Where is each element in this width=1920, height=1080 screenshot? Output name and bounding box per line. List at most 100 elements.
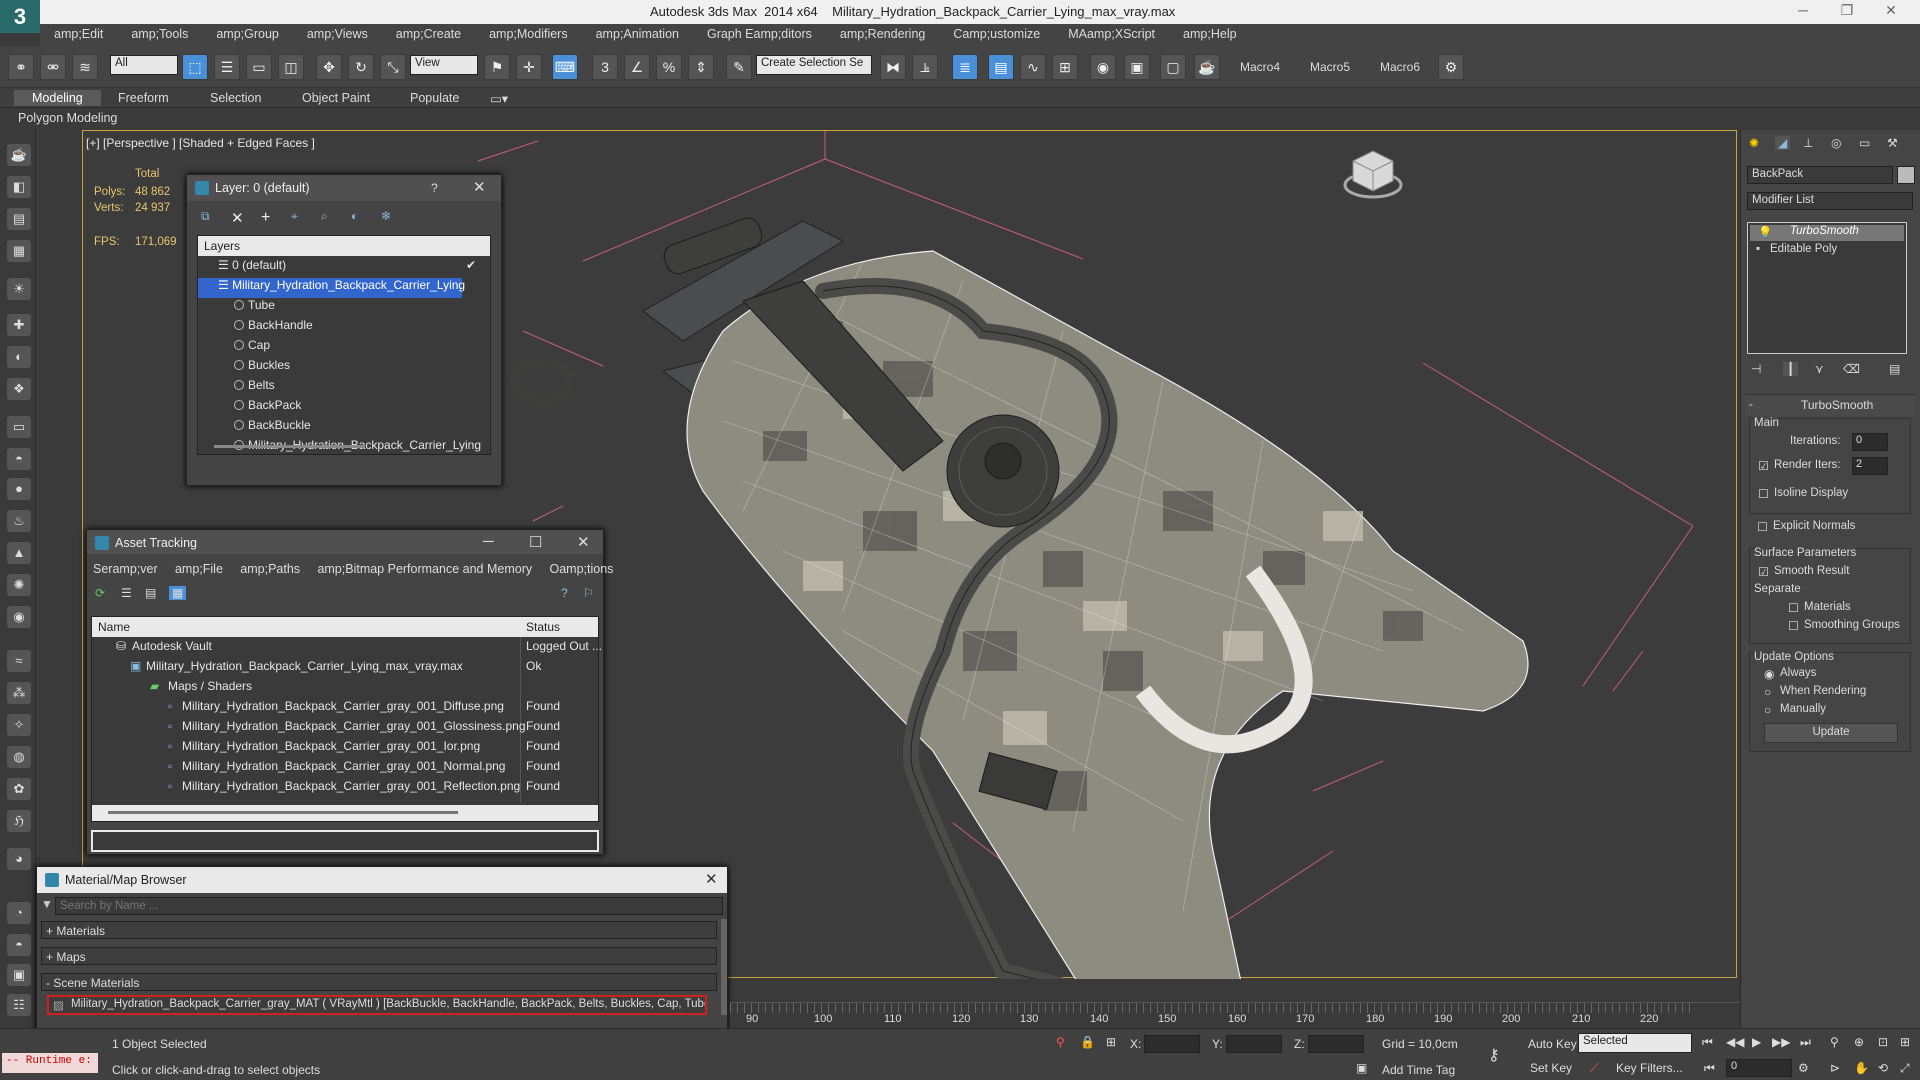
update-button[interactable]: Update [1764, 723, 1898, 743]
disc-icon[interactable]: ◉ [7, 606, 31, 628]
materials-group[interactable]: + Materials [41, 921, 717, 939]
close-icon[interactable]: ✕ [473, 178, 486, 196]
bind-spacewarp-icon[interactable]: ≋ [72, 54, 98, 80]
go-to-end-icon[interactable]: ⏭ [1800, 1035, 1811, 1050]
turbosmooth-rollout-header[interactable]: - TurboSmooth [1745, 394, 1915, 416]
add-to-layer-icon[interactable]: + [261, 209, 270, 227]
particles-icon[interactable]: ⁂ [7, 682, 31, 704]
motion-tab-icon[interactable]: ◎ [1831, 136, 1841, 150]
keyboard-shortcut-icon[interactable]: ⌨ [552, 54, 578, 80]
tab-populate[interactable]: Populate [410, 91, 459, 105]
render-icon[interactable]: ☕ [1194, 54, 1220, 80]
set-key-button[interactable]: Set Key [1530, 1061, 1572, 1075]
hierarchy-tab-icon[interactable]: ⊥ [1803, 136, 1813, 150]
next-frame-icon[interactable]: ▶▶ [1772, 1035, 1790, 1049]
snap-3-icon[interactable]: 3 [592, 54, 618, 80]
render-setup-icon[interactable]: ▣ [1124, 54, 1150, 80]
menu-views[interactable]: amp;Views [293, 24, 382, 46]
scene-material-item[interactable]: ▨ Military_Hydration_Backpack_Carrier_gr… [47, 995, 707, 1015]
rotate-icon[interactable]: ↻ [348, 54, 374, 80]
materials-checkbox[interactable]: ☐ [1788, 601, 1799, 615]
x-coordinate-field[interactable] [1144, 1035, 1200, 1053]
current-frame-field[interactable]: 0 [1726, 1059, 1792, 1077]
table-row[interactable]: ▫ Military_Hydration_Backpack_Carrier_gra… [92, 779, 598, 799]
help-icon[interactable]: ? [561, 586, 568, 600]
scene-materials-group[interactable]: - Scene Materials [41, 973, 717, 991]
ball-icon[interactable]: ◔ [7, 902, 31, 924]
select-in-layer-icon[interactable]: ⌖ [291, 209, 298, 224]
isolate-icon[interactable]: ⚲ [1056, 1035, 1065, 1049]
helper-icon[interactable]: ✚ [7, 314, 31, 336]
z-coordinate-field[interactable] [1308, 1035, 1364, 1053]
hair-icon[interactable]: ≈ [7, 650, 31, 672]
layers-icon[interactable]: ▤ [7, 208, 31, 230]
hide-all-icon[interactable]: ◐ [351, 209, 358, 223]
list-item[interactable]: ☰ Military_Hydration_Backpack_Carrier_Ly… [198, 278, 465, 298]
search-input[interactable] [55, 897, 723, 915]
horizontal-scrollbar[interactable] [214, 445, 364, 448]
scene-explorer-icon[interactable]: ▤ [988, 54, 1014, 80]
menu-group[interactable]: amp;Group [202, 24, 293, 46]
macro5-button[interactable]: Macro5 [1310, 60, 1350, 74]
plant-icon[interactable]: ✿ [7, 778, 31, 800]
layers-column-header[interactable]: Layers [198, 236, 490, 256]
chevron-down-icon[interactable]: ▼ [41, 897, 53, 911]
absolute-mode-icon[interactable]: ⊞ [1106, 1035, 1116, 1049]
list-item[interactable]: BackHandle [198, 318, 490, 338]
key-filters-button[interactable]: Key Filters... [1616, 1061, 1683, 1075]
cone-icon[interactable]: ▲ [7, 542, 31, 564]
list-item[interactable]: Tube [198, 298, 490, 318]
edit-named-selection-icon[interactable]: ✎ [726, 54, 752, 80]
app-logo-icon[interactable]: 3 [0, 0, 40, 33]
remove-modifier-icon[interactable]: ⌫ [1843, 362, 1860, 376]
previous-frame-icon[interactable]: ◀◀ [1726, 1035, 1744, 1049]
modify-tab-icon[interactable]: ◢ [1775, 136, 1791, 150]
move-icon[interactable]: ✥ [316, 54, 342, 80]
material-editor-icon[interactable]: ◉ [1090, 54, 1116, 80]
close-icon[interactable]: ✕ [705, 870, 718, 888]
reference-coord-dropdown[interactable]: View [410, 55, 478, 75]
maximize-icon[interactable]: ☐ [529, 533, 542, 551]
make-unique-icon[interactable]: ⋎ [1815, 362, 1824, 376]
named-selection-set-dropdown[interactable]: Create Selection Se [756, 55, 872, 75]
minimize-button[interactable]: ─ [1788, 2, 1818, 18]
object-name-field[interactable]: BackPack [1747, 166, 1893, 184]
link-icon[interactable]: ⚭ [8, 54, 34, 80]
pivot-icon[interactable]: ⚑ [484, 54, 510, 80]
macro4-button[interactable]: Macro4 [1240, 60, 1280, 74]
angle-snap-icon[interactable]: ∠ [624, 54, 650, 80]
teapot-small-icon[interactable]: ♨ [7, 510, 31, 532]
menu-maxscript[interactable]: MAamp;XScript [1054, 24, 1169, 46]
maps-group[interactable]: + Maps [41, 947, 717, 965]
table-row[interactable]: ▰ Maps / Shaders [92, 679, 598, 699]
sphere-render-icon[interactable]: ◓ [7, 934, 31, 956]
key-mode-icon[interactable]: ⏮ [1704, 1061, 1715, 1076]
menu-edit[interactable]: amp;Edit [40, 24, 117, 46]
select-by-name-icon[interactable]: ☰ [214, 54, 240, 80]
grid-icon[interactable]: ▦ [7, 240, 31, 262]
mat-window-header[interactable]: Material/Map Browser ✕ [37, 867, 727, 893]
sun-icon[interactable]: ✺ [7, 574, 31, 596]
menu-customize[interactable]: Camp;ustomize [939, 24, 1054, 46]
scale-icon[interactable]: ⤡ [380, 54, 406, 80]
restore-button[interactable]: ❐ [1832, 2, 1862, 19]
tab-object-paint[interactable]: Object Paint [302, 91, 370, 105]
field-of-view-icon[interactable]: ⊳ [1830, 1061, 1840, 1075]
menu-server[interactable]: Seramp;ver [93, 562, 158, 576]
go-to-start-icon[interactable]: ⏮ [1702, 1035, 1713, 1050]
highlight-layer-icon[interactable]: ⌕ [321, 209, 328, 224]
timeline[interactable]: 90 100 110 120 130 140 150 160 170 180 1… [730, 1002, 1740, 1028]
always-radio[interactable]: ◉ [1764, 667, 1774, 681]
menu-rendering[interactable]: amp;Rendering [826, 24, 939, 46]
light-icon[interactable]: ☀ [7, 278, 31, 300]
menu-file[interactable]: amp;File [175, 562, 223, 576]
create-tab-icon[interactable]: ✺ [1749, 136, 1759, 150]
object-color-swatch[interactable] [1897, 166, 1915, 184]
tab-selection[interactable]: Selection [210, 91, 261, 105]
maxscript-listener[interactable]: -- Runtime e: [2, 1053, 98, 1073]
polygon-modeling-label[interactable]: Polygon Modeling [18, 111, 117, 125]
smoothing-groups-checkbox[interactable]: ☐ [1788, 619, 1799, 633]
tab-modeling[interactable]: Modeling [14, 90, 101, 106]
close-button[interactable]: ✕ [1876, 2, 1906, 19]
refresh-icon[interactable]: ⟳ [95, 586, 105, 600]
